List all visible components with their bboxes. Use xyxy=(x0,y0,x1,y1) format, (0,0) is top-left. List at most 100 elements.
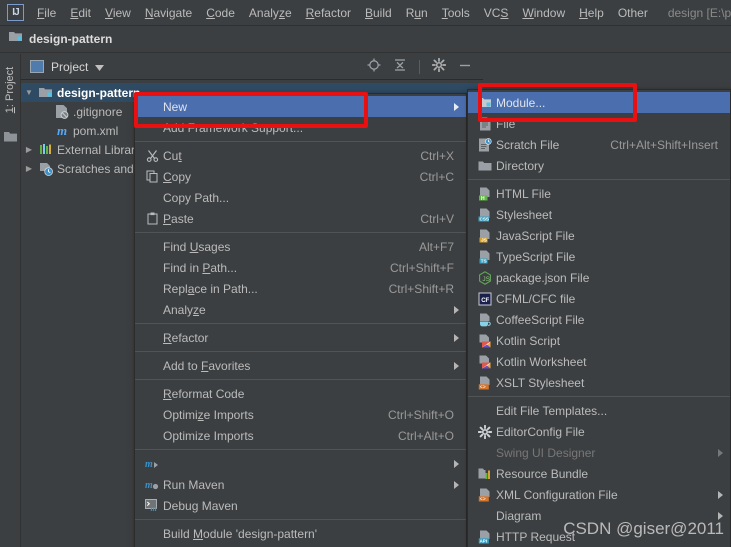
module-icon xyxy=(474,96,496,109)
menu-item-label: package.json File xyxy=(496,270,590,285)
submenu-item-editorconfig-file[interactable]: EditorConfig File xyxy=(468,421,730,442)
context-menu-item-copy-path[interactable]: Copy Path... xyxy=(135,187,466,208)
context-menu-item-open-terminal[interactable]: m Debug Maven xyxy=(135,495,466,516)
menu-item-label: Add Framework Support... xyxy=(163,120,304,135)
context-menu-item-new[interactable]: New xyxy=(135,96,466,117)
menu-item-label: XML Configuration File xyxy=(496,487,618,502)
menu-item-build[interactable]: Build xyxy=(358,3,399,23)
collapsed-twisty-icon[interactable]: ▶ xyxy=(21,145,37,154)
menu-item-help[interactable]: Help xyxy=(572,3,611,23)
tree-item-label: design-pattern xyxy=(57,85,141,100)
context-menu-item-add-to-favorites[interactable]: Add to Favorites xyxy=(135,355,466,376)
submenu-item-resource-bundle[interactable]: Resource Bundle xyxy=(468,463,730,484)
menu-item-label: Cut xyxy=(163,148,182,163)
context-menu-item-analyze[interactable]: Analyze xyxy=(135,299,466,320)
menu-item-navigate[interactable]: Navigate xyxy=(138,3,199,23)
menu-item-vcs[interactable]: VCS xyxy=(477,3,516,23)
gear-icon[interactable] xyxy=(431,57,447,77)
submenu-item-package-json-file[interactable]: JS package.json File xyxy=(468,267,730,288)
context-menu-item-remove-module[interactable]: Optimize Imports Ctrl+Alt+O xyxy=(135,425,466,446)
sidebar-item-project[interactable]: 1: Project xyxy=(0,58,21,122)
menu-item-label: Module... xyxy=(496,95,546,110)
collapsed-twisty-icon[interactable]: ▶ xyxy=(21,164,37,173)
svg-text:JS: JS xyxy=(481,237,488,242)
run-maven-icon: m xyxy=(141,457,163,470)
menu-item-label: Reformat Code xyxy=(163,386,245,401)
menu-item-accelerator: Ctrl+Shift+R xyxy=(388,281,454,296)
chevron-down-icon[interactable] xyxy=(95,58,105,76)
menu-item-label: Edit File Templates... xyxy=(496,403,608,418)
menu-item-other[interactable]: Other xyxy=(611,3,655,23)
minimize-icon[interactable] xyxy=(458,58,472,77)
folder-icon[interactable] xyxy=(4,130,18,148)
context-menu-item-reformat-code[interactable]: Reformat Code xyxy=(135,383,466,404)
menu-separator xyxy=(135,449,466,450)
menu-item-edit[interactable]: Edit xyxy=(63,3,98,23)
menu-item-label: HTML File xyxy=(496,186,551,201)
gitignore-icon xyxy=(53,104,71,119)
collapse-all-icon[interactable] xyxy=(393,58,407,77)
project-panel-title: Project xyxy=(51,59,89,74)
context-menu-item-paste[interactable]: Paste Ctrl+V xyxy=(135,208,466,229)
menu-item-label: JavaScript File xyxy=(496,228,575,243)
xslt-icon: <> xyxy=(474,376,496,390)
submenu-item-xslt-stylesheet[interactable]: <> XSLT Stylesheet xyxy=(468,372,730,393)
submenu-item-edit-file-templates[interactable]: Edit File Templates... xyxy=(468,400,730,421)
debug-maven-icon: m xyxy=(141,478,163,491)
submenu-item-cfml-file[interactable]: CF CFML/CFC file xyxy=(468,288,730,309)
context-menu-item-build-module[interactable]: Build Module 'design-pattern' xyxy=(135,523,466,544)
submenu-item-module[interactable]: Module... xyxy=(468,92,730,113)
submenu-item-file[interactable]: File xyxy=(468,113,730,134)
context-menu-item-run-maven[interactable]: m xyxy=(135,453,466,474)
context-menu-item-replace-in-path[interactable]: Replace in Path... Ctrl+Shift+R xyxy=(135,278,466,299)
svg-text:CF: CF xyxy=(481,297,489,303)
context-menu-item-copy[interactable]: Copy Ctrl+C xyxy=(135,166,466,187)
menu-item-code[interactable]: Code xyxy=(199,3,242,23)
submenu-item-stylesheet[interactable]: CSS Stylesheet xyxy=(468,204,730,225)
submenu-item-javascript-file[interactable]: JS JavaScript File xyxy=(468,225,730,246)
svg-text:TS: TS xyxy=(481,258,488,263)
context-menu-item-add-framework-support[interactable]: Add Framework Support... xyxy=(135,117,466,138)
context-menu-item-refactor[interactable]: Refactor xyxy=(135,327,466,348)
submenu-item-scratch-file[interactable]: Scratch File Ctrl+Alt+Shift+Insert xyxy=(468,134,730,155)
menu-item-label: Find in Path... xyxy=(163,260,238,275)
menu-item-label: Refactor xyxy=(163,330,209,345)
svg-text:m: m xyxy=(145,459,153,470)
submenu-item-typescript-file[interactable]: TS TypeScript File xyxy=(468,246,730,267)
menu-item-label: Run Maven xyxy=(163,477,225,492)
html-file-icon: H xyxy=(474,187,496,201)
menu-item-window[interactable]: Window xyxy=(515,3,572,23)
menu-item-view[interactable]: View xyxy=(98,3,138,23)
submenu-item-xml-configuration-file[interactable]: <> XML Configuration File xyxy=(468,484,730,505)
submenu-item-swing-ui-designer[interactable]: Swing UI Designer xyxy=(468,442,730,463)
context-menu-item-cut[interactable]: Cut Ctrl+X xyxy=(135,145,466,166)
submenu-item-coffeescript-file[interactable]: CoffeeScript File xyxy=(468,309,730,330)
submenu-item-directory[interactable]: Directory xyxy=(468,155,730,176)
menu-item-label: Copy Path... xyxy=(163,190,230,205)
expanded-twisty-icon[interactable]: ▼ xyxy=(21,88,37,97)
menu-separator xyxy=(135,519,466,520)
menu-item-label: Build Module 'design-pattern' xyxy=(163,526,318,541)
gear-icon xyxy=(474,424,496,439)
submenu-item-kotlin-worksheet[interactable]: Kotlin Worksheet xyxy=(468,351,730,372)
menu-item-label: Add to Favorites xyxy=(163,358,251,373)
menu-item-tools[interactable]: Tools xyxy=(435,3,477,23)
menu-item-run[interactable]: Run xyxy=(399,3,435,23)
menu-item-accelerator: Ctrl+V xyxy=(420,211,454,226)
menu-item-label: CFML/CFC file xyxy=(496,291,576,306)
new-submenu: Module... File Scratch File Ctrl+Alt+Shi… xyxy=(467,89,731,547)
context-menu-item-optimize-imports[interactable]: Optimize Imports Ctrl+Shift+O xyxy=(135,404,466,425)
menu-item-file[interactable]: File xyxy=(30,3,63,23)
menu-item-analyze[interactable]: Analyze xyxy=(242,3,299,23)
context-menu-item-debug-maven[interactable]: m Run Maven xyxy=(135,474,466,495)
submenu-item-html-file[interactable]: H HTML File xyxy=(468,183,730,204)
submenu-item-kotlin-script[interactable]: Kotlin Script xyxy=(468,330,730,351)
context-menu: New Add Framework Support... Cut Ctrl+X xyxy=(134,93,467,547)
menu-separator xyxy=(468,179,730,180)
menu-item-refactor[interactable]: Refactor xyxy=(299,3,358,23)
file-icon xyxy=(474,117,496,131)
locate-icon[interactable] xyxy=(367,58,381,77)
context-menu-item-find-usages[interactable]: Find Usages Alt+F7 xyxy=(135,236,466,257)
menu-item-accelerator: Ctrl+Alt+O xyxy=(397,428,454,443)
context-menu-item-find-in-path[interactable]: Find in Path... Ctrl+Shift+F xyxy=(135,257,466,278)
